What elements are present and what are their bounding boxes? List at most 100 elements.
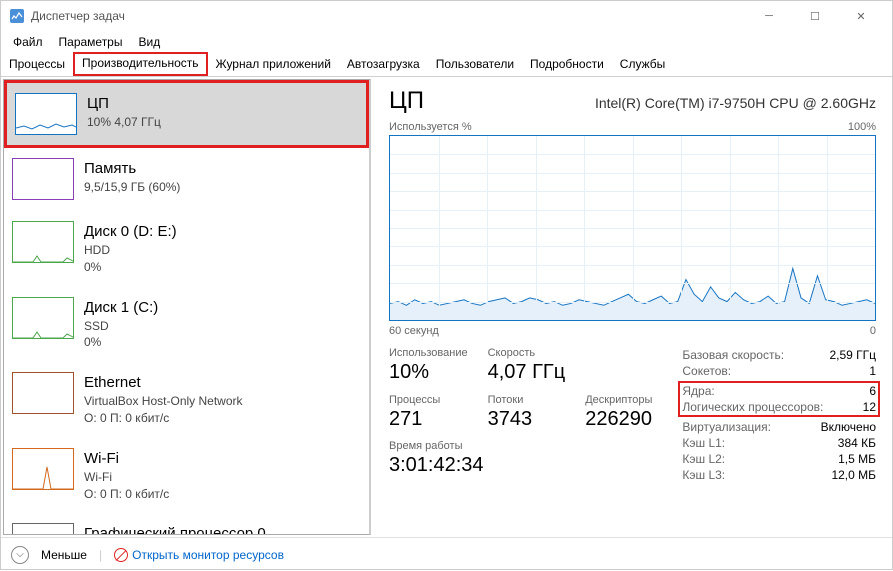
info-key: Кэш L3: (682, 468, 725, 482)
info-key: Логических процессоров: (682, 400, 823, 414)
thumb-disk (12, 297, 74, 339)
minimize-button[interactable]: ─ (746, 1, 792, 31)
processes-value: 271 (389, 408, 468, 431)
uptime-value: 3:01:42:34 (389, 454, 652, 477)
close-button[interactable]: ✕ (838, 1, 884, 31)
info-key: Сокетов: (682, 364, 731, 378)
sidebar-sub2: О: 0 П: 0 кбит/с (84, 486, 169, 503)
tab-users[interactable]: Пользователи (428, 53, 522, 76)
tab-performance[interactable]: Производительность (73, 52, 207, 76)
sidebar-sub1: VirtualBox Host-Only Network (84, 393, 243, 410)
chart-label-top-right: 100% (848, 121, 876, 133)
info-val: 12 (863, 400, 876, 414)
thumb-eth (12, 372, 74, 414)
cpu-info-row: Кэш L1: 384 КБ (682, 435, 876, 451)
cpu-info-row: Кэш L3: 12,0 МБ (682, 467, 876, 483)
cpu-model: Intel(R) Core(TM) i7-9750H CPU @ 2.60GHz (595, 95, 876, 111)
cpu-info-list: Базовая скорость: 2,59 ГГц Сокетов: 1 Ядра: 6… (682, 347, 876, 483)
cpu-info-row: Виртуализация: Включено (682, 419, 876, 435)
tab-startup[interactable]: Автозагрузка (339, 53, 428, 76)
thumb-cpu (15, 93, 77, 135)
sidebar-item-disk-2[interactable]: Диск 0 (D: E:)HDD0% (4, 211, 369, 287)
sidebar-title: Ethernet (84, 372, 243, 393)
thumb-gpu (12, 523, 74, 535)
usage-value: 10% (389, 361, 468, 384)
info-val: Включено (821, 420, 876, 434)
sidebar-item-wifi-5[interactable]: Wi-FiWi-FiО: 0 П: 0 кбит/с (4, 438, 369, 514)
cpu-info-row: Кэш L2: 1,5 МБ (682, 451, 876, 467)
info-key: Кэш L1: (682, 436, 725, 450)
cpu-info-row: Сокетов: 1 (682, 363, 876, 379)
titlebar: Диспетчер задач ─ ☐ ✕ (1, 1, 892, 31)
threads-label: Потоки (488, 394, 566, 406)
sidebar-sub2: О: 0 П: 0 кбит/с (84, 410, 243, 427)
sidebar-sub1: Wi-Fi (84, 469, 169, 486)
tabbar: Процессы Производительность Журнал прило… (1, 53, 892, 77)
sidebar-sub2: 0% (84, 334, 158, 351)
sidebar-item-gpu-6[interactable]: Графический процессор 0Intel(R) UHD Grap… (4, 513, 369, 535)
sidebar-sub1: 10% 4,07 ГГц (87, 114, 161, 131)
fewer-details-button[interactable]: Меньше (41, 548, 87, 562)
perf-sidebar[interactable]: ЦП10% 4,07 ГГцПамять9,5/15,9 ГБ (60%)Дис… (3, 79, 371, 535)
tab-app-history[interactable]: Журнал приложений (208, 53, 339, 76)
info-val: 6 (869, 384, 876, 398)
thumb-wifi (12, 448, 74, 490)
uptime-label: Время работы (389, 440, 652, 452)
thumb-disk (12, 221, 74, 263)
sidebar-title: Диск 1 (C:) (84, 297, 158, 318)
sidebar-title: Диск 0 (D: E:) (84, 221, 177, 242)
speed-value: 4,07 ГГц (488, 361, 566, 384)
cpu-info-row: Базовая скорость: 2,59 ГГц (682, 347, 876, 363)
sidebar-item-eth-4[interactable]: EthernetVirtualBox Host-Only NetworkО: 0… (4, 362, 369, 438)
thumb-mem (12, 158, 74, 200)
sidebar-sub1: HDD (84, 242, 177, 259)
tab-services[interactable]: Службы (612, 53, 673, 76)
info-val: 384 КБ (838, 436, 876, 450)
info-key: Ядра: (682, 384, 714, 398)
info-key: Виртуализация: (682, 420, 771, 434)
sidebar-item-disk-3[interactable]: Диск 1 (C:)SSD0% (4, 287, 369, 363)
info-key: Кэш L2: (682, 452, 725, 466)
sidebar-title: Графический процессор 0 (84, 523, 266, 535)
menu-view[interactable]: Вид (130, 33, 168, 51)
usage-label: Использование (389, 347, 468, 359)
resmon-icon (114, 548, 128, 562)
info-val: 1 (869, 364, 876, 378)
chart-label-bot-right: 0 (870, 325, 876, 337)
sidebar-sub2: 0% (84, 259, 177, 276)
tab-details[interactable]: Подробности (522, 53, 612, 76)
sidebar-title: Память (84, 158, 180, 179)
info-key: Базовая скорость: (682, 348, 784, 362)
menu-file[interactable]: Файл (5, 33, 51, 51)
handles-value: 226290 (585, 408, 652, 431)
tab-processes[interactable]: Процессы (1, 53, 73, 76)
threads-value: 3743 (488, 408, 566, 431)
info-val: 1,5 МБ (838, 452, 876, 466)
handles-label: Дескрипторы (585, 394, 652, 406)
cpu-usage-chart (389, 135, 876, 321)
perf-detail-pane: ЦП Intel(R) Core(TM) i7-9750H CPU @ 2.60… (373, 77, 892, 537)
open-resmon-link[interactable]: Открыть монитор ресурсов (114, 548, 284, 562)
detail-title: ЦП (389, 87, 424, 115)
collapse-icon[interactable]: ⌵ (11, 546, 29, 564)
sidebar-sub1: 9,5/15,9 ГБ (60%) (84, 179, 180, 196)
sidebar-item-cpu-0[interactable]: ЦП10% 4,07 ГГц (4, 80, 369, 148)
footer: ⌵ Меньше | Открыть монитор ресурсов (1, 537, 892, 571)
info-val: 12,0 МБ (831, 468, 876, 482)
app-icon (9, 8, 25, 24)
menubar: Файл Параметры Вид (1, 31, 892, 53)
highlighted-cpu-specs: Ядра: 6 Логических процессоров: 12 (678, 381, 880, 417)
sidebar-title: Wi-Fi (84, 448, 169, 469)
sidebar-item-mem-1[interactable]: Память9,5/15,9 ГБ (60%) (4, 148, 369, 211)
cpu-info-row: Логических процессоров: 12 (682, 399, 876, 415)
maximize-button[interactable]: ☐ (792, 1, 838, 31)
info-val: 2,59 ГГц (829, 348, 876, 362)
sidebar-title: ЦП (87, 93, 161, 114)
speed-label: Скорость (488, 347, 566, 359)
cpu-info-row: Ядра: 6 (682, 383, 876, 399)
menu-options[interactable]: Параметры (51, 33, 131, 51)
processes-label: Процессы (389, 394, 468, 406)
sidebar-sub1: SSD (84, 318, 158, 335)
window-title: Диспетчер задач (31, 9, 746, 23)
chart-label-bot-left: 60 секунд (389, 325, 439, 337)
